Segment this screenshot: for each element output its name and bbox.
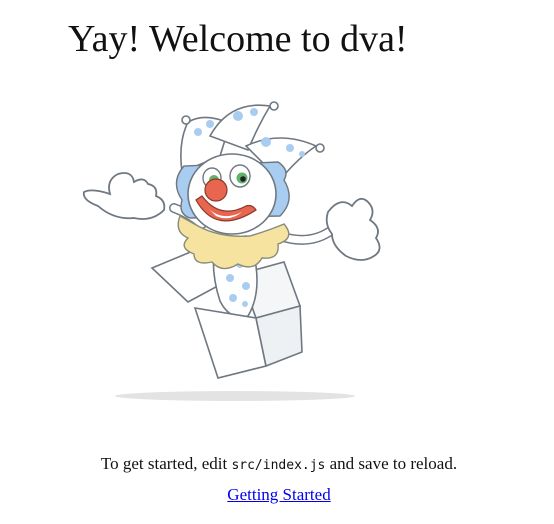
glove-right bbox=[325, 197, 381, 261]
instructions-text: To get started, edit src/index.js and sa… bbox=[0, 452, 554, 478]
hat-bell-left bbox=[181, 115, 191, 125]
hat-bell-right bbox=[315, 143, 325, 153]
clown-illustration bbox=[82, 101, 381, 401]
page-title: Yay! Welcome to dva! bbox=[68, 18, 408, 60]
page: Yay! Welcome to dva! To get started, edi… bbox=[0, 0, 554, 524]
face bbox=[187, 153, 277, 235]
nose bbox=[204, 178, 228, 202]
instructions-suffix: and save to reload. bbox=[329, 454, 458, 473]
instructions-file: src/index.js bbox=[231, 458, 326, 473]
glove-left bbox=[82, 172, 166, 220]
ground-shadow bbox=[115, 391, 355, 401]
hat-bell-top bbox=[269, 101, 279, 111]
instructions-prefix: To get started, edit bbox=[100, 454, 228, 473]
getting-started-link[interactable]: Getting Started bbox=[227, 485, 330, 504]
getting-started-container: Getting Started bbox=[0, 483, 554, 507]
